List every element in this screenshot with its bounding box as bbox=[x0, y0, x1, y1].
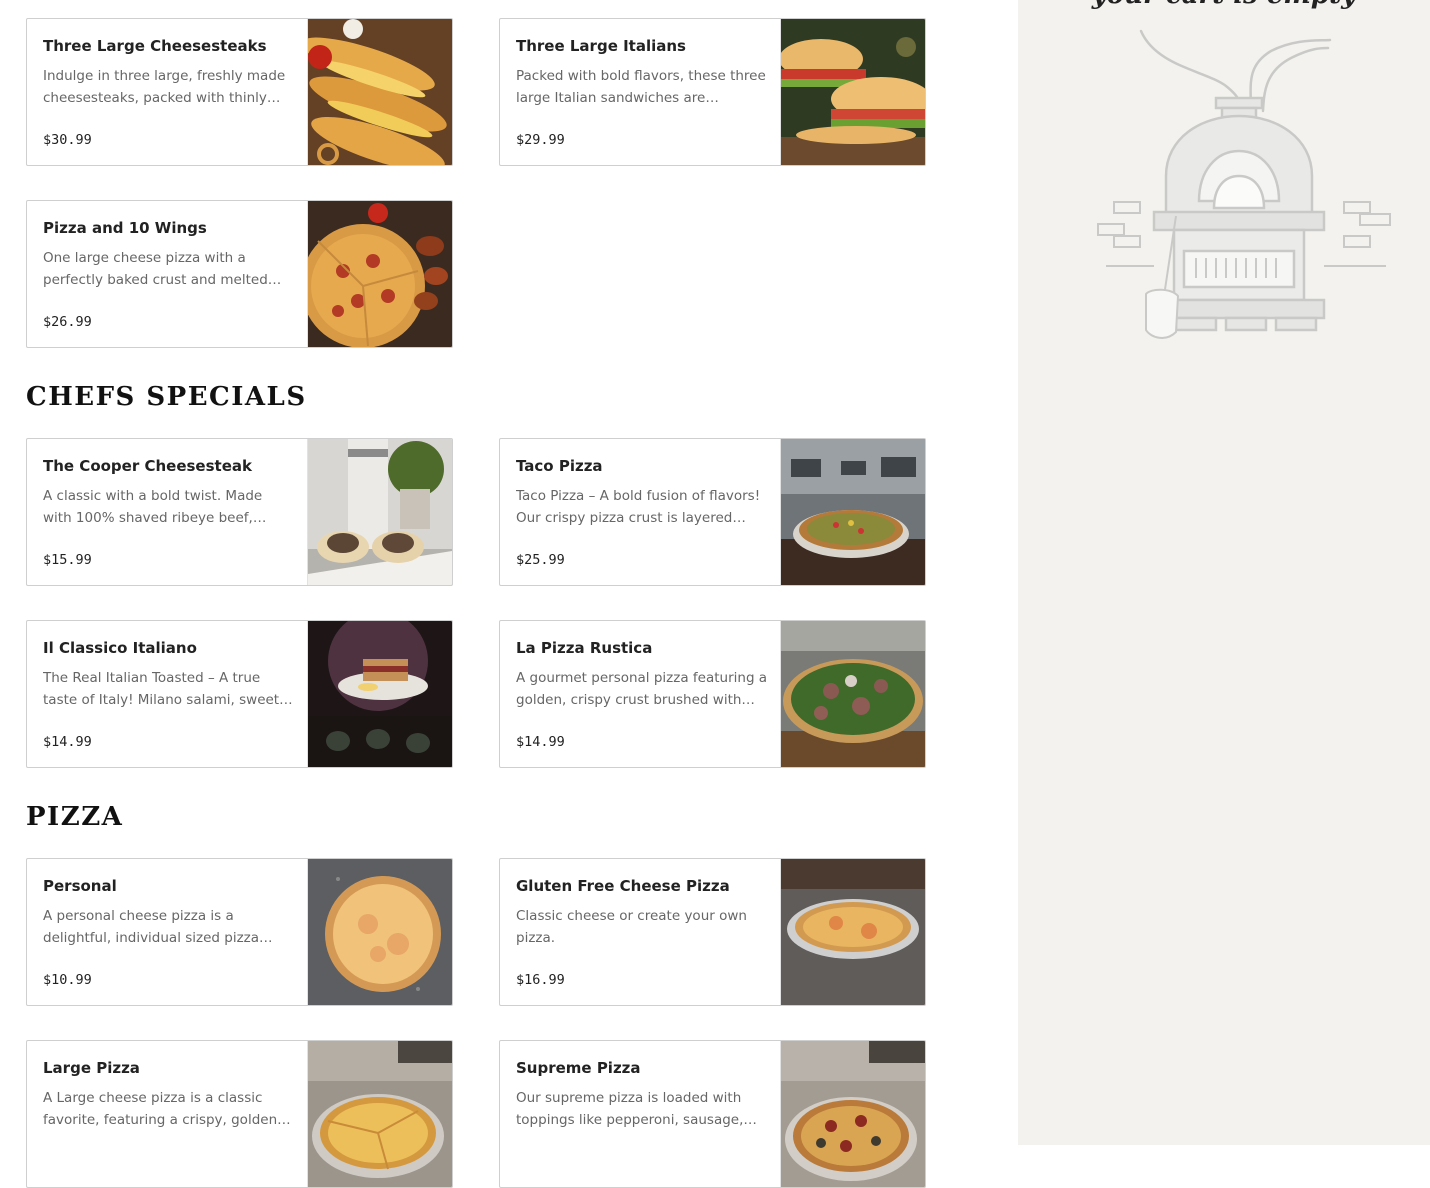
cart-empty-text: your cart is empty bbox=[1018, 0, 1430, 10]
cheesesteaks-photo bbox=[307, 19, 452, 165]
menu-item-card[interactable]: Personal A personal cheese pizza is a de… bbox=[26, 858, 453, 1006]
menu-item-card[interactable]: Taco Pizza Taco Pizza – A bold fusion of… bbox=[499, 438, 926, 586]
item-name: The Cooper Cheesesteak bbox=[43, 457, 252, 475]
item-description: A classic with a bold twist. Made with 1… bbox=[43, 488, 263, 526]
item-name: Personal bbox=[43, 877, 117, 895]
menu-item-card[interactable]: Gluten Free Cheese Pizza Classic cheese … bbox=[499, 858, 926, 1006]
item-description: Indulge in three large, freshly made che… bbox=[43, 68, 286, 106]
item-price: $29.99 bbox=[516, 132, 565, 148]
personal-pizza-photo bbox=[307, 859, 452, 1005]
menu-item-card[interactable]: The Cooper Cheesesteak A classic with a … bbox=[26, 438, 453, 586]
item-price: $26.99 bbox=[43, 314, 92, 330]
item-price: $25.99 bbox=[516, 552, 565, 568]
item-price: $10.99 bbox=[43, 972, 92, 988]
item-name: Gluten Free Cheese Pizza bbox=[516, 877, 730, 895]
item-name: Three Large Cheesesteaks bbox=[43, 37, 267, 55]
menu-item-card[interactable]: Large Pizza A Large cheese pizza is a cl… bbox=[26, 1040, 453, 1188]
pizza-rustica-photo bbox=[780, 621, 925, 767]
item-description: The Real Italian Toasted – A true taste … bbox=[43, 670, 293, 708]
pizza-wings-photo bbox=[307, 201, 452, 347]
italian-subs-photo bbox=[780, 19, 925, 165]
item-name: Large Pizza bbox=[43, 1059, 140, 1077]
item-name: Il Classico Italiano bbox=[43, 639, 197, 657]
supreme-pizza-photo bbox=[780, 1041, 925, 1187]
gluten-free-pizza-photo bbox=[780, 859, 925, 1005]
menu-item-card[interactable]: Pizza and 10 Wings One large cheese pizz… bbox=[26, 200, 453, 348]
item-name: Supreme Pizza bbox=[516, 1059, 641, 1077]
item-name: La Pizza Rustica bbox=[516, 639, 653, 657]
item-description: One large cheese pizza with a perfectly … bbox=[43, 250, 268, 288]
menu-item-card[interactable]: Three Large Italians Packed with bold fl… bbox=[499, 18, 926, 166]
pizza-oven-illustration bbox=[1097, 29, 1391, 339]
item-description: Classic cheese or create your own pizza. bbox=[516, 908, 747, 946]
item-description: Packed with bold flavors, these three la… bbox=[516, 68, 766, 106]
large-pizza-photo bbox=[307, 1041, 452, 1187]
item-description: Our supreme pizza is loaded with topping… bbox=[516, 1090, 757, 1128]
item-price: $16.99 bbox=[516, 972, 565, 988]
classico-italiano-photo bbox=[307, 621, 452, 767]
item-name: Pizza and 10 Wings bbox=[43, 219, 207, 237]
item-description: A personal cheese pizza is a delightful,… bbox=[43, 908, 260, 946]
menu-item-card[interactable]: Three Large Cheesesteaks Indulge in thre… bbox=[26, 18, 453, 166]
menu-item-card[interactable]: Il Classico Italiano The Real Italian To… bbox=[26, 620, 453, 768]
item-name: Taco Pizza bbox=[516, 457, 603, 475]
section-title-pizza: PIZZA bbox=[26, 802, 124, 832]
cart-panel: your cart is empty bbox=[1018, 0, 1430, 1145]
item-price: $14.99 bbox=[516, 734, 565, 750]
section-title-chefs-specials: CHEFS SPECIALS bbox=[26, 382, 307, 412]
cooper-cheesesteak-photo bbox=[307, 439, 452, 585]
item-description: Taco Pizza – A bold fusion of flavors! O… bbox=[516, 488, 761, 526]
item-description: A gourmet personal pizza featuring a gol… bbox=[516, 670, 768, 708]
item-price: $30.99 bbox=[43, 132, 92, 148]
taco-pizza-photo bbox=[780, 439, 925, 585]
item-price: $15.99 bbox=[43, 552, 92, 568]
menu-main: Three Large Cheesesteaks Indulge in thre… bbox=[0, 0, 1018, 1188]
item-price: $14.99 bbox=[43, 734, 92, 750]
item-description: A Large cheese pizza is a classic favori… bbox=[43, 1090, 278, 1128]
menu-item-card[interactable]: La Pizza Rustica A gourmet personal pizz… bbox=[499, 620, 926, 768]
menu-item-card[interactable]: Supreme Pizza Our supreme pizza is loade… bbox=[499, 1040, 926, 1188]
item-name: Three Large Italians bbox=[516, 37, 686, 55]
